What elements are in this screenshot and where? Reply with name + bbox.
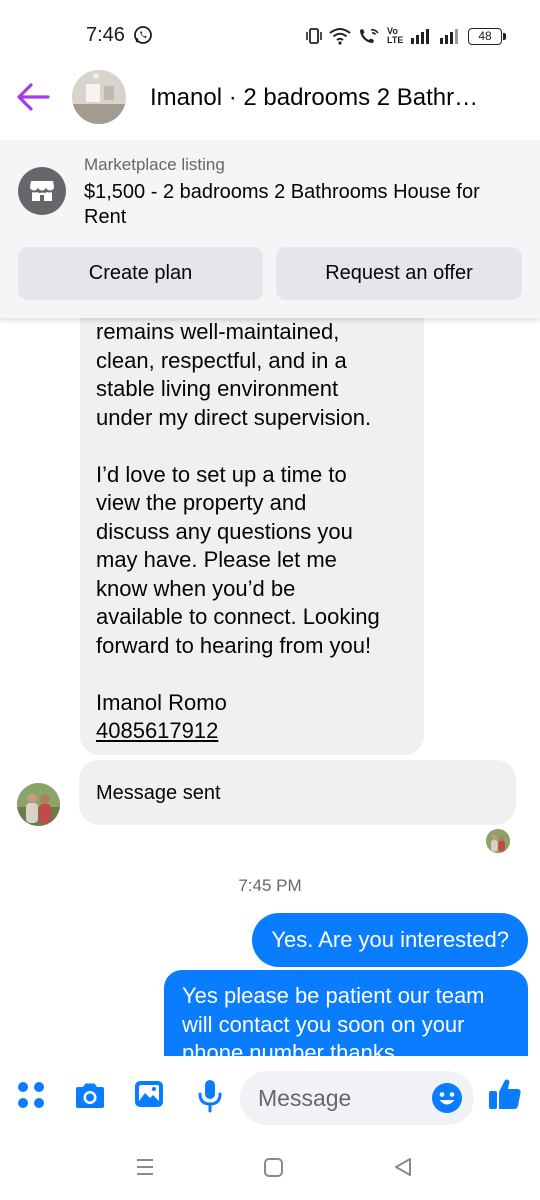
- signal-icon-2: [440, 29, 458, 44]
- marketplace-store-icon: [18, 167, 66, 215]
- phone-number-link[interactable]: 4085617912: [96, 717, 218, 746]
- seen-indicator-avatar: [486, 829, 510, 853]
- create-plan-button[interactable]: Create plan: [18, 247, 263, 300]
- battery-indicator: 48: [468, 27, 506, 45]
- incoming-signature: Imanol Romo: [96, 689, 227, 715]
- message-list[interactable]: remains well-maintained, clean, respectf…: [0, 318, 540, 1056]
- message-timestamp: 7:45 PM: [238, 876, 302, 895]
- marketplace-listing-panel: Marketplace listing $1,500 - 2 badrooms …: [0, 140, 540, 318]
- wifi-icon: [329, 28, 351, 45]
- whatsapp-icon: [134, 26, 152, 44]
- incoming-line: clean, respectful, and in a: [96, 347, 347, 373]
- incoming-line: under my direct supervision.: [96, 404, 372, 430]
- sender-avatar[interactable]: [17, 783, 60, 826]
- incoming-line: may have. Please let me: [96, 547, 337, 572]
- status-icons: Vo LTE 48: [306, 26, 506, 46]
- recents-icon[interactable]: [135, 1157, 155, 1177]
- microphone-icon[interactable]: [197, 1079, 223, 1113]
- incoming-line: I’d love to set up a time to: [96, 461, 347, 487]
- back-arrow-icon[interactable]: [14, 81, 52, 113]
- system-navigation-bar: [0, 1140, 540, 1200]
- status-bar: 7:46 Vo LTE 48: [0, 0, 540, 70]
- request-offer-button[interactable]: Request an offer: [276, 247, 522, 300]
- incoming-line: stable living environment: [96, 376, 339, 401]
- camera-icon[interactable]: [73, 1082, 107, 1110]
- incoming-line: available to connect. Looking: [96, 604, 380, 629]
- four-dots-menu-icon[interactable]: [17, 1081, 45, 1109]
- message-composer: [0, 1056, 540, 1140]
- room-photo: [72, 70, 126, 124]
- message-input[interactable]: [258, 1071, 418, 1125]
- emoji-icon[interactable]: [431, 1082, 463, 1114]
- listing-title[interactable]: $1,500 - 2 badrooms 2 Bathrooms House fo…: [84, 180, 524, 230]
- home-icon[interactable]: [264, 1158, 283, 1177]
- volte-indicator: Vo LTE: [387, 26, 404, 45]
- status-time: 7:46: [86, 24, 125, 46]
- incoming-line: view the property and: [96, 490, 307, 515]
- listing-kicker: Marketplace listing: [84, 155, 225, 174]
- incoming-line: know when you’d be: [96, 575, 296, 601]
- system-message-text: Message sent: [96, 782, 221, 804]
- signal-icon: [411, 29, 429, 44]
- message-field[interactable]: [240, 1071, 474, 1125]
- gallery-icon[interactable]: [133, 1079, 165, 1109]
- outgoing-message[interactable]: Yes please be patient our team will cont…: [164, 970, 528, 1056]
- thumbs-up-icon[interactable]: [488, 1077, 522, 1111]
- outgoing-message[interactable]: Yes. Are you interested?: [252, 913, 528, 967]
- chat-header: Imanol · 2 badrooms 2 Bathr…: [0, 70, 540, 140]
- wifi-call-icon: [360, 29, 379, 43]
- vibrate-icon: [306, 28, 322, 44]
- incoming-line: forward to hearing from you!: [96, 632, 372, 658]
- system-back-icon[interactable]: [392, 1156, 414, 1178]
- chat-title[interactable]: Imanol · 2 badrooms 2 Bathr…: [150, 84, 478, 112]
- listing-avatar[interactable]: [72, 70, 126, 124]
- incoming-line: remains well-maintained,: [96, 319, 340, 344]
- incoming-line: discuss any questions you: [96, 518, 353, 544]
